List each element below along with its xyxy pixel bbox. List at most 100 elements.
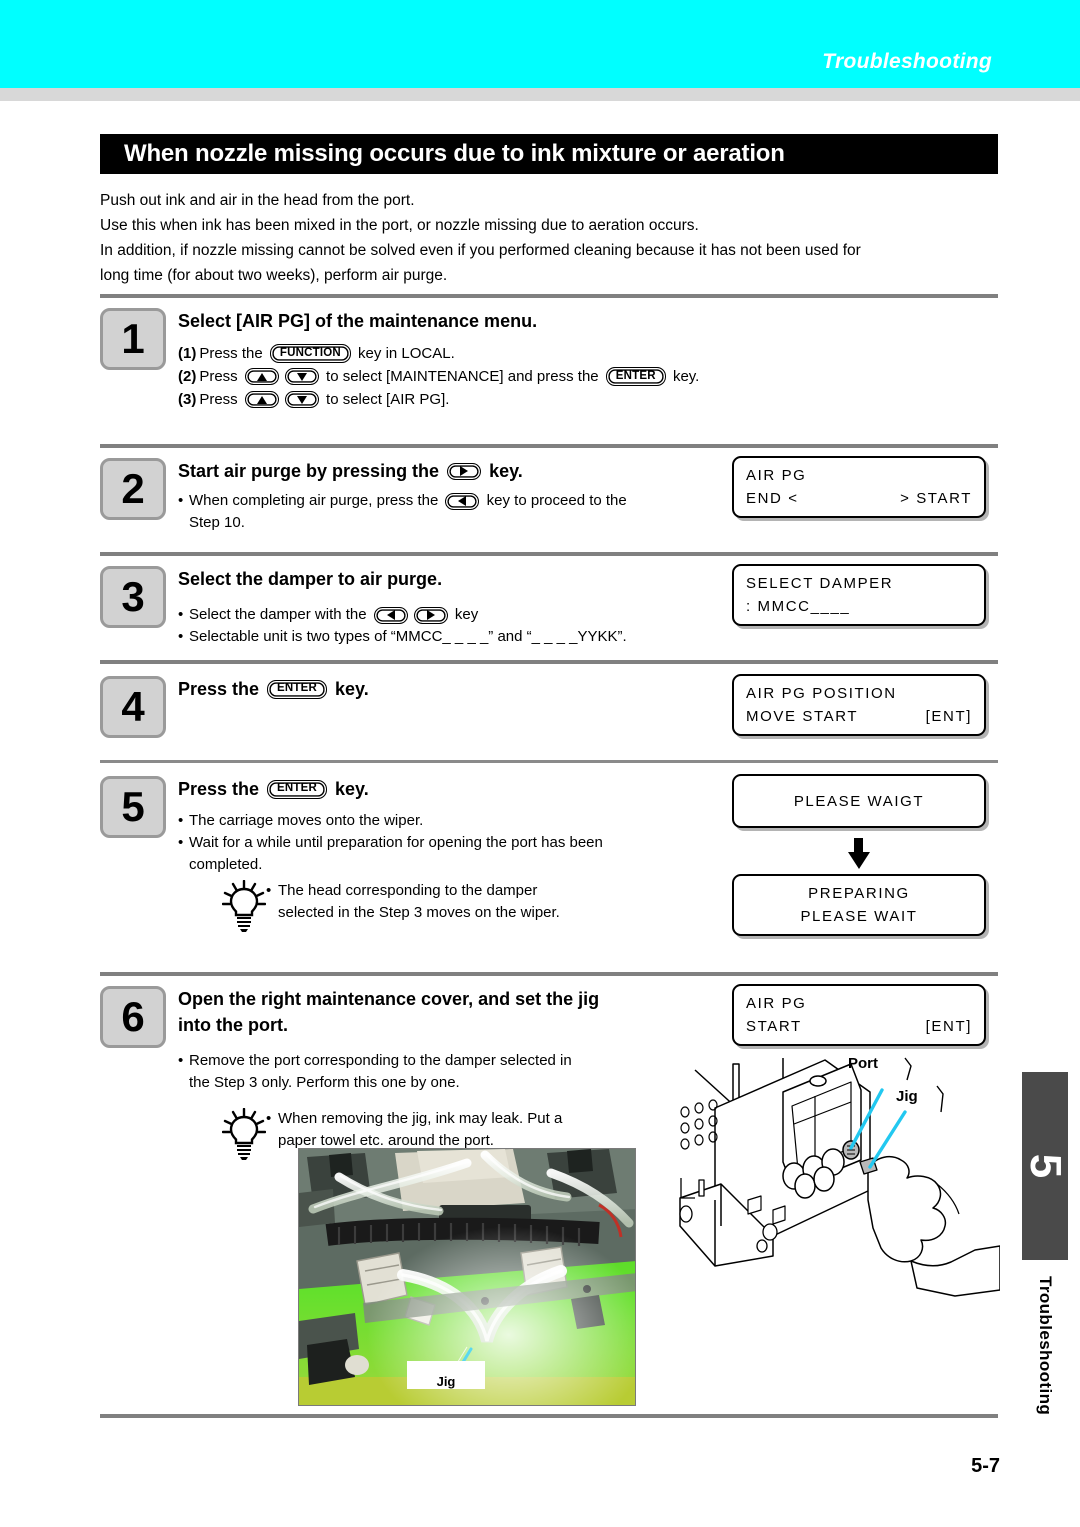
bullet-glyph: •: [266, 882, 272, 899]
lcd-step-6-line-2-right: [ENT]: [925, 1018, 972, 1035]
substep-2-number: (2): [178, 368, 197, 385]
chapter-banner-label: Troubleshooting: [822, 50, 992, 73]
step-6-heading-line-1: Open the right maintenance cover, and se…: [178, 989, 600, 1009]
lcd-step-4-line-2: MOVE START [ENT]: [746, 705, 972, 728]
page-number: 5-7: [971, 1455, 1000, 1477]
right-arrow-key-icon: [447, 462, 482, 480]
step-2-heading: Start air purge by pressing the key.: [178, 458, 627, 484]
step-5-note-2: • Wait for a while until preparation for…: [178, 832, 792, 876]
right-arrow-key-icon: [413, 606, 448, 624]
lcd-step-3-line-1: SELECT DAMPER: [746, 575, 894, 592]
enter-key-icon: ENTER: [267, 679, 328, 699]
step-3-note-2-text: Selectable unit is two types of “MMCC_ _…: [189, 628, 627, 645]
lcd-step-2-line-2-right: > START: [900, 490, 972, 507]
illustration-label-port: Port: [848, 1055, 878, 1072]
banner-gray-strip: [0, 88, 1080, 101]
lcd-step-2-line-1: AIR PG: [746, 467, 807, 484]
step-1-heading: Select [AIR PG] of the maintenance menu.: [178, 311, 538, 331]
step-2-note-1: • When completing air purge, press the k…: [178, 490, 627, 534]
substep-3-text-a: Press: [199, 391, 242, 408]
divider-above-step-6: [100, 972, 998, 976]
chapter-banner: [0, 0, 1080, 88]
chapter-tab-name-container: Troubleshooting: [1022, 1276, 1068, 1466]
step-5-note-1-text: The carriage moves onto the wiper.: [189, 812, 424, 829]
divider-above-step-3: [100, 552, 998, 556]
section-title: When nozzle missing occurs due to ink mi…: [124, 140, 785, 167]
step-5-tip-line-2: selected in the Step 3 moves on the wipe…: [278, 904, 560, 921]
step-6-notes: • Remove the port corresponding to the d…: [178, 1050, 678, 1094]
left-arrow-key-icon: [445, 492, 480, 510]
step-3-heading: Select the damper to air purge.: [178, 569, 443, 589]
bullet-glyph: •: [178, 812, 184, 829]
step-5-heading-a: Press the: [178, 779, 265, 799]
step-2-note-text-b: key to proceed to the: [482, 492, 627, 509]
section-title-bar: When nozzle missing occurs due to ink mi…: [100, 134, 998, 174]
lcd-step-2-line-2-left: END <: [746, 490, 799, 507]
step-4-heading: Press the ENTER key.: [178, 676, 369, 702]
divider-above-step-5: [100, 760, 998, 763]
step-1-number: 1: [100, 308, 166, 370]
step-5-note-1: • The carriage moves onto the wiper.: [178, 810, 792, 832]
down-arrow-key-icon: [284, 391, 319, 408]
lightbulb-icon: [221, 879, 267, 932]
step-3-note-1-a: Select the damper with the: [189, 606, 371, 623]
substep-3-text-b: to select [AIR PG].: [321, 391, 450, 408]
step-2-note-text-a: When completing air purge, press the: [189, 492, 443, 509]
bullet-glyph: •: [266, 1110, 272, 1127]
lcd-step-4: AIR PG POSITION MOVE START [ENT]: [732, 674, 986, 736]
intro-line-1: Push out ink and air in the head from th…: [100, 192, 415, 209]
step-4-number: 4: [100, 676, 166, 738]
step-4-heading-b: key.: [330, 679, 369, 699]
intro-line-2: Use this when ink has been mixed in the …: [100, 217, 699, 234]
lcd-step-5-first: PLEASE WAIGT: [732, 774, 986, 828]
bullet-glyph: •: [178, 1052, 184, 1069]
step-5-tip: • The head corresponding to the damper s…: [221, 879, 692, 932]
chapter-tab-number: 5: [1020, 1153, 1070, 1179]
divider-above-step-2: [100, 444, 998, 448]
step-1-substep-3: (3) Press to select [AIR PG].: [178, 388, 699, 411]
chapter-tab: 5: [1020, 1072, 1070, 1260]
step-2-heading-a: Start air purge by pressing the: [178, 461, 445, 481]
substep-2-text-b: to select [MAINTENANCE] and press the: [321, 368, 603, 385]
step-1-substep-2: (2) Press to select [MAINTENANCE] and pr…: [178, 365, 699, 388]
jig-installation-photo: Jig: [298, 1148, 636, 1406]
lcd-step-6-line-1: AIR PG: [746, 995, 807, 1012]
intro-paragraph: Push out ink and air in the head from th…: [100, 188, 1000, 288]
substep-2-text-a: Press: [199, 368, 242, 385]
step-4-heading-a: Press the: [178, 679, 265, 699]
step-6-tip-text: • When removing the jig, ink may leak. P…: [266, 1108, 562, 1152]
illustration-label-jig: Jig: [896, 1088, 918, 1105]
substep-2-text-c: key.: [668, 368, 700, 385]
substep-1-text-b: key in LOCAL.: [353, 345, 455, 362]
step-3-note-2: • Selectable unit is two types of “MMCC_…: [178, 626, 627, 648]
up-arrow-key-icon: [244, 368, 279, 385]
lcd-step-2: AIR PG END < > START: [732, 456, 986, 518]
substep-1-number: (1): [178, 345, 197, 362]
step-5-note-2-a: Wait for a while until preparation for o…: [189, 834, 603, 851]
up-arrow-key-icon: [244, 391, 279, 408]
bullet-glyph: •: [178, 834, 184, 851]
lcd-step-6: AIR PG START [ENT]: [732, 984, 986, 1046]
intro-line-3: In addition, if nozzle missing cannot be…: [100, 242, 861, 259]
divider-page-bottom: [100, 1414, 998, 1418]
lcd-step-3: SELECT DAMPER : MMCC____: [732, 564, 986, 626]
lcd-step-3-line-2: : MMCC____: [746, 598, 851, 615]
step-3-note-1: • Select the damper with the key: [178, 604, 627, 626]
divider-above-step-4: [100, 660, 998, 664]
step-1-substeps: (1) Press the FUNCTION key in LOCAL. (2)…: [178, 342, 699, 411]
step-6-note-1-b: the Step 3 only. Perform this one by one…: [189, 1074, 460, 1091]
enter-key-icon: ENTER: [267, 779, 328, 799]
step-6-tip-line-1: When removing the jig, ink may leak. Put…: [278, 1110, 563, 1127]
step-2-heading-b: key.: [484, 461, 523, 481]
down-arrow-key-icon: [284, 368, 319, 385]
step-5-tip-text: • The head corresponding to the damper s…: [266, 880, 560, 924]
lcd-step-6-line-2-left: START: [746, 1018, 802, 1035]
step-5-notes: • The carriage moves onto the wiper. • W…: [178, 810, 792, 876]
substep-3-number: (3): [178, 391, 197, 408]
step-1-substep-1: (1) Press the FUNCTION key in LOCAL.: [178, 342, 699, 365]
left-arrow-key-icon: [373, 606, 408, 624]
lightbulb-icon: [221, 1107, 267, 1160]
lcd-step-4-line-1: AIR PG POSITION: [746, 685, 897, 702]
step-6-heading-line-2: into the port.: [178, 1015, 288, 1035]
step-5-heading: Press the ENTER key.: [178, 776, 792, 802]
